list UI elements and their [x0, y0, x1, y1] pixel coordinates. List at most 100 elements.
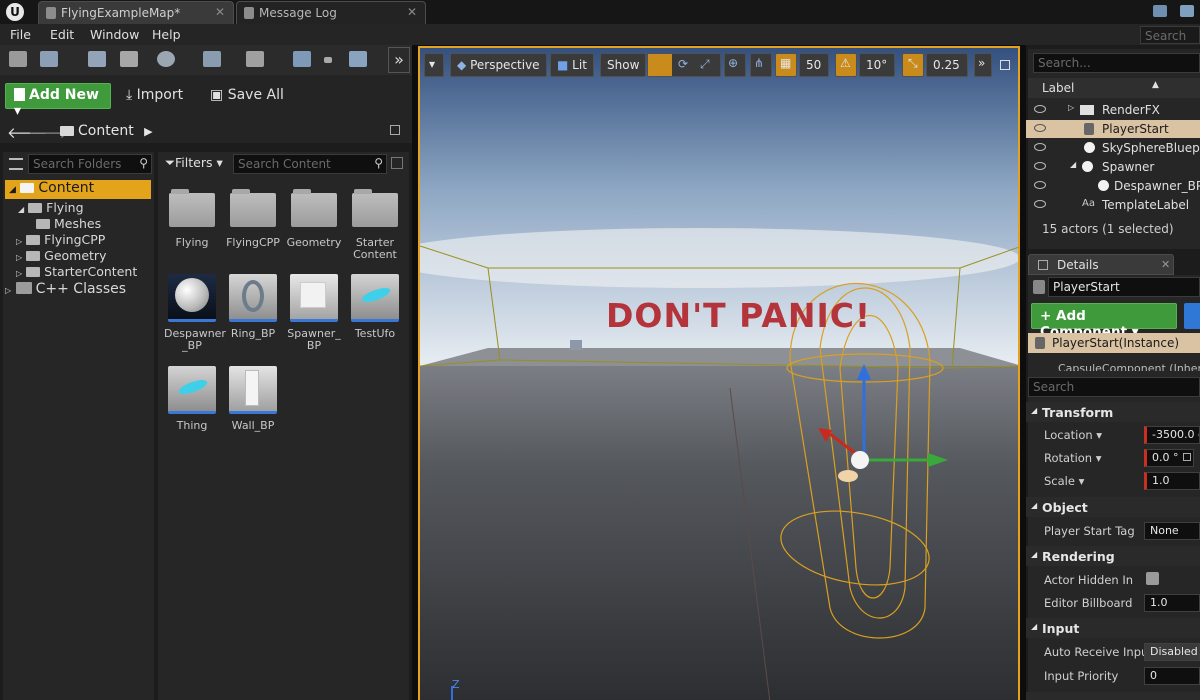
- settings-icon[interactable]: [157, 51, 175, 67]
- search-folders-input[interactable]: Search Folders ⚲: [28, 154, 152, 174]
- breadcrumb[interactable]: Content ▶: [60, 123, 153, 139]
- asset-spawner-bp[interactable]: Spawner_ BP: [286, 274, 342, 352]
- component-row-partial[interactable]: CapsuleComponent (Inher: [1028, 353, 1200, 371]
- close-icon[interactable]: ✕: [215, 5, 225, 19]
- tree-item-starter-content[interactable]: ▷ StarterContent: [16, 264, 137, 279]
- expand-arrow-icon[interactable]: ◢: [9, 185, 16, 195]
- import-button[interactable]: ⤓ Import: [126, 87, 183, 103]
- add-component-button[interactable]: + Add Component ▾: [1031, 303, 1177, 340]
- outliner-search-input[interactable]: Search...: [1033, 53, 1200, 73]
- save-search-icon[interactable]: [391, 157, 403, 169]
- resize-handle-icon[interactable]: [1183, 453, 1191, 461]
- asset-folder-flyingcpp[interactable]: FlyingCPP: [225, 185, 281, 249]
- section-rendering[interactable]: ◢ Rendering: [1026, 546, 1200, 566]
- asset-thing[interactable]: Thing: [164, 366, 220, 432]
- visibility-eye-icon[interactable]: [1034, 105, 1046, 113]
- asset-folder-starter-content[interactable]: Starter Content: [347, 185, 403, 261]
- expand-arrow-icon[interactable]: ◢: [1070, 160, 1076, 169]
- asset-ring-bp[interactable]: Ring_BP: [225, 274, 281, 340]
- top-search-input[interactable]: Search Fo: [1140, 26, 1200, 57]
- asset-wall-bp[interactable]: Wall_BP: [225, 366, 281, 432]
- rotation-label[interactable]: Rotation ▾: [1044, 451, 1102, 465]
- grid-snap-toggle[interactable]: ▦: [775, 53, 797, 77]
- collapse-arrow-icon[interactable]: ▷: [16, 269, 22, 278]
- viewport-options-button[interactable]: ▾: [424, 53, 444, 77]
- lock-icon[interactable]: [390, 125, 400, 135]
- outliner-row-despawner[interactable]: Despawner_BP7: [1026, 177, 1200, 195]
- section-object[interactable]: ◢ Object: [1026, 497, 1200, 517]
- show-button[interactable]: Show: [600, 53, 647, 77]
- location-x-field[interactable]: -3500.0 c: [1144, 426, 1200, 444]
- tree-item-geometry[interactable]: ▷ Geometry: [16, 248, 106, 263]
- menu-file[interactable]: File: [10, 27, 31, 42]
- details-tab[interactable]: Details ✕: [1028, 254, 1174, 275]
- launch-icon[interactable]: [349, 51, 367, 67]
- rotate-tool-icon[interactable]: ⟳: [678, 57, 688, 71]
- sort-arrow-icon[interactable]: ▲: [1152, 80, 1159, 90]
- tree-item-flyingcpp[interactable]: ▷ FlyingCPP: [16, 232, 105, 247]
- auto-receive-input-dropdown[interactable]: Disabled: [1144, 643, 1200, 661]
- filters-button[interactable]: ⏷Filters ▾: [165, 155, 223, 171]
- content-icon[interactable]: [88, 51, 106, 67]
- outliner-row-spawner[interactable]: ◢ Spawner: [1026, 158, 1200, 176]
- location-label[interactable]: Location ▾: [1044, 428, 1102, 442]
- grid-snap-value[interactable]: 50: [799, 53, 829, 77]
- outliner-row-renderfx[interactable]: ▷ RenderFX: [1026, 101, 1200, 119]
- scale-snap-value[interactable]: 0.25: [926, 53, 968, 77]
- tree-item-content[interactable]: ◢ Content: [5, 180, 151, 199]
- billboard-scale-field[interactable]: 1.0: [1144, 594, 1200, 612]
- blueprint-button[interactable]: [1184, 303, 1200, 329]
- close-icon[interactable]: ✕: [407, 5, 417, 19]
- component-instance-row[interactable]: PlayerStart(Instance): [1028, 333, 1200, 353]
- outliner-header[interactable]: Label ▲: [1028, 78, 1200, 98]
- visibility-eye-icon[interactable]: [1034, 124, 1046, 132]
- lit-button[interactable]: ■ Lit: [550, 53, 594, 77]
- input-priority-field[interactable]: 0: [1144, 667, 1200, 685]
- blueprints-icon[interactable]: [203, 51, 221, 67]
- section-actor-partial[interactable]: [1026, 692, 1200, 700]
- chevron-right-icon[interactable]: ▶: [144, 125, 152, 138]
- section-input[interactable]: ◢ Input: [1026, 618, 1200, 638]
- tree-item-meshes[interactable]: Meshes: [36, 216, 101, 231]
- collapse-arrow-icon[interactable]: ▷: [1068, 103, 1074, 112]
- asset-testufo[interactable]: TestUfo: [347, 274, 403, 340]
- menu-help[interactable]: Help: [152, 27, 181, 42]
- collapse-arrow-icon[interactable]: ▷: [16, 253, 22, 262]
- chat-icon[interactable]: [1153, 5, 1167, 17]
- visibility-eye-icon[interactable]: [1034, 181, 1046, 189]
- tab-message-log[interactable]: Message Log ✕: [236, 1, 426, 24]
- save-icon[interactable]: [9, 51, 27, 67]
- expand-arrow-icon[interactable]: ◢: [18, 205, 24, 214]
- actor-hidden-checkbox[interactable]: [1146, 572, 1159, 585]
- outliner-row-playerstart[interactable]: PlayerStart: [1026, 120, 1200, 138]
- unreal-logo-icon[interactable]: U: [6, 3, 24, 21]
- surface-snap-button[interactable]: ⋔: [750, 53, 772, 77]
- scale-x-field[interactable]: 1.0: [1144, 472, 1200, 490]
- tab-flying-example-map[interactable]: FlyingExampleMap* ✕: [38, 1, 234, 24]
- details-search-input[interactable]: Search: [1028, 377, 1200, 397]
- viewport-scene[interactable]: [420, 48, 1020, 700]
- rotation-snap-value[interactable]: 10°: [859, 53, 895, 77]
- play-dropdown-icon[interactable]: [324, 57, 332, 63]
- visibility-eye-icon[interactable]: [1034, 200, 1046, 208]
- tree-view-icon[interactable]: [9, 158, 23, 170]
- rotation-x-field[interactable]: 0.0 °: [1144, 449, 1194, 467]
- perspective-button[interactable]: ◆ Perspective: [450, 53, 547, 77]
- section-transform[interactable]: ◢ Transform: [1026, 402, 1200, 422]
- visibility-eye-icon[interactable]: [1034, 162, 1046, 170]
- level-viewport[interactable]: DON'T PANIC! Z ▾ ◆ Perspective ■ Lit Sho…: [418, 46, 1020, 700]
- asset-folder-flying[interactable]: Flying: [164, 185, 220, 249]
- cinematics-icon[interactable]: [246, 51, 264, 67]
- scale-snap-toggle[interactable]: ⤡: [902, 53, 924, 77]
- build-icon[interactable]: [293, 51, 311, 67]
- add-new-button[interactable]: Add New ▾: [5, 83, 111, 119]
- visibility-eye-icon[interactable]: [1034, 143, 1046, 151]
- actor-name-field[interactable]: PlayerStart: [1048, 277, 1200, 297]
- player-start-tag-field[interactable]: None: [1144, 522, 1200, 540]
- minimize-icon[interactable]: [1180, 5, 1194, 17]
- asset-folder-geometry[interactable]: Geometry: [286, 185, 342, 249]
- breadcrumb-content[interactable]: Content: [78, 123, 134, 139]
- collapse-arrow-icon[interactable]: ▷: [16, 237, 22, 246]
- world-local-button[interactable]: ⊕: [724, 53, 746, 77]
- overflow-chevron-icon[interactable]: »: [388, 47, 410, 73]
